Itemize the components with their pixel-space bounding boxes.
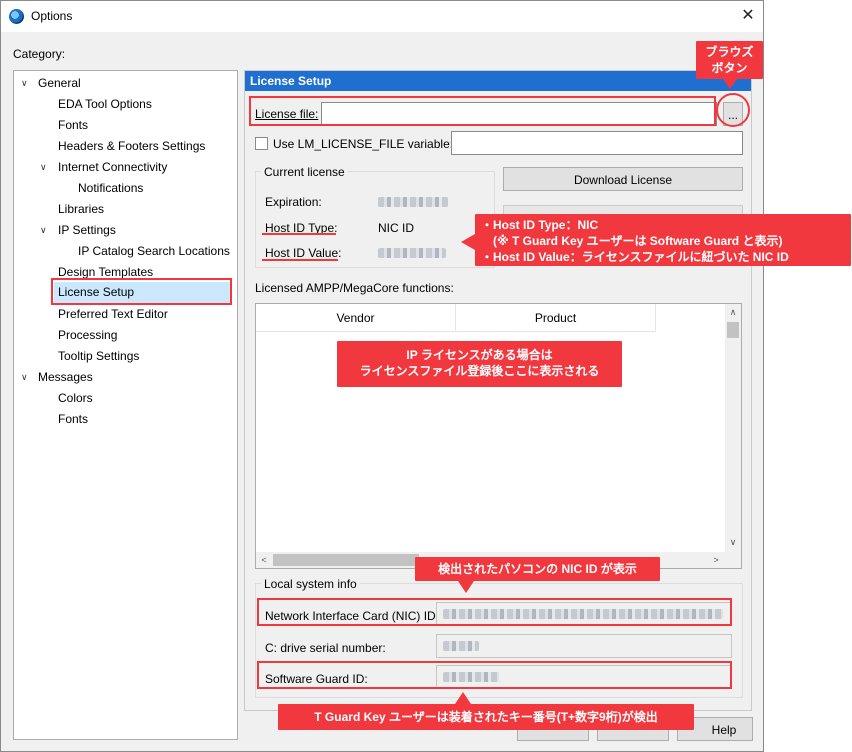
- tree-item-preferred-text-editor[interactable]: Preferred Text Editor: [58, 305, 168, 324]
- tree-item-general[interactable]: General: [38, 74, 81, 93]
- chevron-down-icon[interactable]: ∨: [40, 224, 52, 236]
- nic-callout-pointer: [458, 581, 474, 593]
- current-license-title: Current license: [261, 165, 348, 179]
- scroll-down-icon[interactable]: ∨: [725, 534, 741, 550]
- scroll-right-icon[interactable]: >: [708, 552, 724, 568]
- guard-callout-pointer: [455, 692, 471, 704]
- highlight-license-file: [249, 96, 716, 126]
- highlight-software-guard: [257, 661, 732, 689]
- scroll-up-icon[interactable]: ∧: [725, 304, 741, 320]
- close-icon[interactable]: ✕: [736, 4, 760, 28]
- local-system-info-title: Local system info: [261, 577, 360, 591]
- download-license-button[interactable]: Download License: [503, 167, 743, 191]
- tree-item-internet-connectivity[interactable]: Internet Connectivity: [58, 158, 167, 177]
- tree-item-libraries[interactable]: Libraries: [58, 200, 104, 219]
- tree-item-messages[interactable]: Messages: [38, 368, 93, 387]
- scroll-thumb[interactable]: [727, 322, 739, 338]
- category-label: Category:: [13, 47, 66, 61]
- title-bar: Options ✕: [1, 1, 763, 32]
- category-tree[interactable]: ∨ General EDA Tool Options Fonts Headers…: [13, 70, 238, 740]
- chevron-down-icon[interactable]: ∨: [21, 371, 33, 383]
- underline-host-id-type: [262, 233, 336, 235]
- highlight-license-setup: [51, 278, 232, 305]
- browse-callout-line1: ブラウズ: [705, 45, 754, 59]
- ip-license-callout-line2: ライセンスファイル登録後ここに表示される: [359, 364, 600, 378]
- highlight-browse-button: [716, 93, 750, 127]
- tree-item-headers-footers[interactable]: Headers & Footers Settings: [58, 137, 205, 156]
- drive-serial-label: C: drive serial number:: [265, 641, 386, 655]
- host-id-callout: ・Host ID Type：NIC (※ T Guard Key ユーザーは S…: [475, 214, 851, 266]
- tree-item-messages-fonts[interactable]: Fonts: [58, 410, 88, 429]
- host-id-callout-line3: ・Host ID Value：ライセンスファイルに紐づいた NIC ID: [481, 250, 789, 264]
- scroll-left-icon[interactable]: <: [256, 552, 272, 568]
- tree-item-ip-catalog-search[interactable]: IP Catalog Search Locations: [78, 242, 230, 261]
- browse-callout: ブラウズ ボタン: [696, 41, 763, 79]
- underline-host-id-value: [262, 259, 338, 261]
- tree-item-tooltip-settings[interactable]: Tooltip Settings: [58, 347, 139, 366]
- nic-callout: 検出されたパソコンの NIC ID が表示: [415, 557, 660, 581]
- drive-serial-field[interactable]: [436, 634, 732, 658]
- expiration-label: Expiration:: [265, 195, 322, 209]
- host-id-callout-line1: ・Host ID Type：NIC: [481, 218, 599, 232]
- tree-item-fonts[interactable]: Fonts: [58, 116, 88, 135]
- chevron-down-icon[interactable]: ∨: [21, 77, 33, 89]
- tree-item-ip-settings[interactable]: IP Settings: [58, 221, 116, 240]
- host-id-callout-line2: (※ T Guard Key ユーザーは Software Guard と表示): [481, 234, 783, 248]
- software-guard-callout: T Guard Key ユーザーは装着されたキー番号(T+数字9桁)が検出: [278, 704, 694, 730]
- chevron-down-icon[interactable]: ∨: [40, 161, 52, 173]
- tree-item-colors[interactable]: Colors: [58, 389, 93, 408]
- tree-item-notifications[interactable]: Notifications: [78, 179, 143, 198]
- column-header-vendor[interactable]: Vendor: [256, 304, 456, 332]
- licensed-functions-label: Licensed AMPP/MegaCore functions:: [255, 281, 454, 295]
- ip-license-callout-line1: IP ライセンスがある場合は: [406, 348, 553, 362]
- browse-callout-line2: ボタン: [711, 61, 748, 75]
- host-id-callout-pointer: [461, 234, 475, 250]
- tree-item-eda-tool-options[interactable]: EDA Tool Options: [58, 95, 152, 114]
- highlight-nic-id: [257, 598, 732, 626]
- host-id-value-redacted: [378, 248, 446, 258]
- hscroll-thumb[interactable]: [273, 554, 419, 566]
- vertical-scrollbar[interactable]: ∧ ∨: [725, 304, 741, 552]
- tree-item-processing[interactable]: Processing: [58, 326, 117, 345]
- drive-serial-redacted: [443, 641, 479, 651]
- ip-license-callout: IP ライセンスがある場合は ライセンスファイル登録後ここに表示される: [337, 341, 622, 387]
- host-id-type-value: NIC ID: [378, 221, 414, 235]
- lm-license-input[interactable]: [451, 131, 743, 155]
- host-id-value-label: Host ID Value:: [265, 246, 342, 260]
- app-icon: [9, 9, 24, 24]
- expiration-value-redacted: [378, 197, 448, 207]
- column-header-product[interactable]: Product: [456, 304, 656, 332]
- browse-callout-pointer: [723, 79, 737, 89]
- use-lm-checkbox[interactable]: [255, 137, 268, 150]
- window-title: Options: [31, 9, 73, 23]
- panel-title: License Setup: [245, 71, 751, 91]
- use-lm-label: Use LM_LICENSE_FILE variable:: [273, 137, 454, 151]
